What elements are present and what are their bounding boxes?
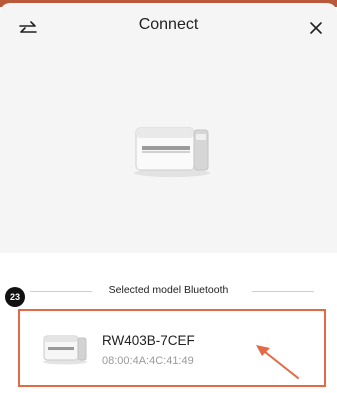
page-title: Connect	[138, 16, 199, 33]
printer-image	[132, 118, 212, 178]
section-label: Selected model Bluetooth	[108, 284, 229, 296]
step-badge: 23	[5, 287, 25, 307]
divider-line-right	[252, 291, 314, 292]
close-icon[interactable]	[309, 21, 323, 35]
device-name: RW403B-7CEF	[102, 333, 195, 348]
device-mac-address: 08:00:4A:4C:41:49	[102, 355, 194, 367]
annotation-arrow-icon	[248, 336, 304, 384]
printer-thumbnail-icon	[42, 331, 88, 365]
section-divider: Selected model Bluetooth	[0, 281, 337, 301]
